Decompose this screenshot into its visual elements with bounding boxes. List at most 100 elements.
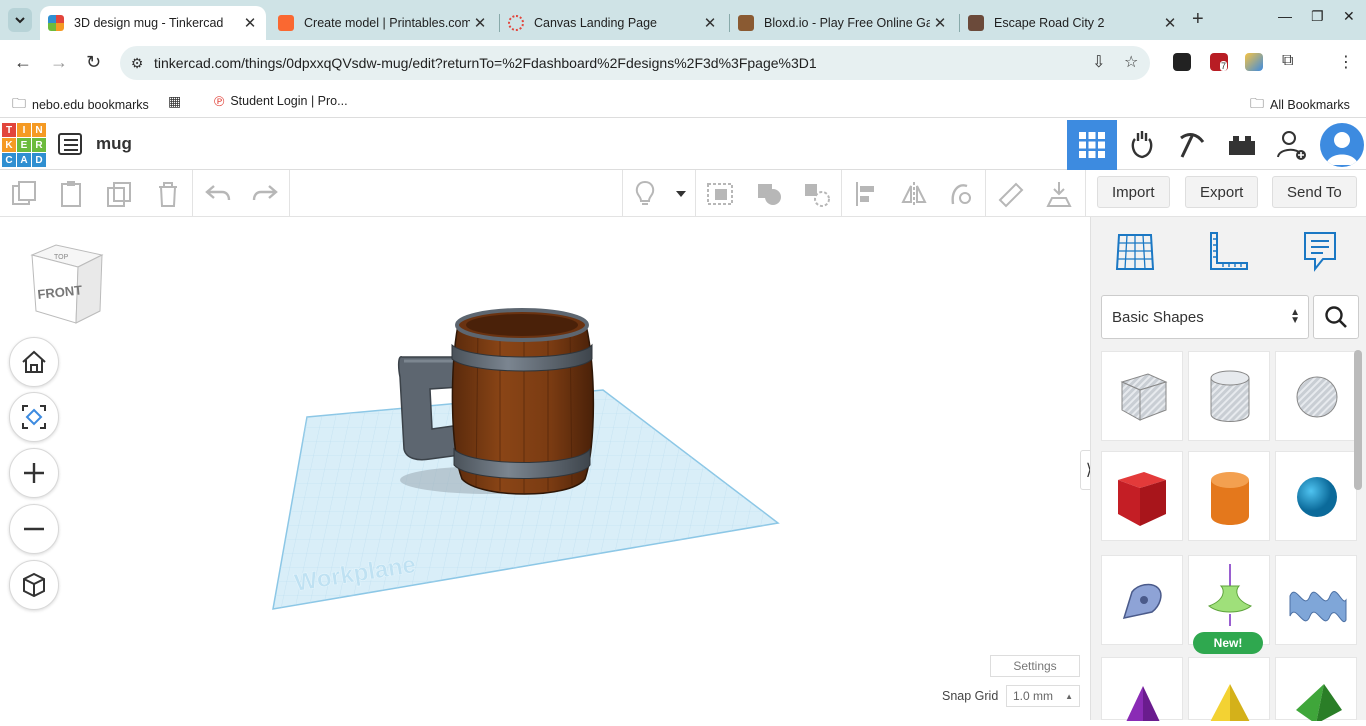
solid-hole-icon[interactable] <box>755 180 783 208</box>
blocks-button[interactable] <box>1117 120 1167 170</box>
back-arrow-icon[interactable]: ← <box>14 52 32 73</box>
tab-bloxd[interactable]: Bloxd.io - Play Free Online Games ✕ <box>730 6 956 40</box>
site-info-icon[interactable]: ⚙ <box>120 55 154 72</box>
shape-box[interactable] <box>1101 451 1183 541</box>
workplane-icon[interactable] <box>706 180 734 208</box>
align-icon[interactable] <box>853 180 881 208</box>
drop-icon[interactable] <box>1045 180 1073 208</box>
ruler-tool-icon[interactable] <box>1203 229 1249 275</box>
workplane-scene[interactable]: Workplane <box>0 217 1090 720</box>
paste-icon[interactable] <box>57 180 85 208</box>
lego-bricks-button[interactable] <box>1217 120 1267 170</box>
workplane-grid-icon[interactable] <box>1113 229 1159 275</box>
search-icon <box>1325 306 1347 328</box>
shape-roof[interactable] <box>1188 657 1270 726</box>
extension-icon[interactable] <box>1173 53 1191 71</box>
mirror-icon[interactable] <box>900 180 928 208</box>
minimize-icon[interactable]: — <box>1278 8 1292 24</box>
zoom-in-button[interactable] <box>9 448 59 498</box>
export-button[interactable]: Export <box>1185 176 1259 208</box>
fit-view-button[interactable] <box>9 392 59 442</box>
extension-feather-icon[interactable] <box>1245 53 1263 71</box>
redo-icon[interactable] <box>251 180 279 208</box>
all-bookmarks-button[interactable]: 🗀 All Bookmarks <box>1250 93 1350 117</box>
bookmarks-bar: 🗀 nebo.edu bookmarks ▦ ℗ Student Login |… <box>0 86 1366 118</box>
close-icon[interactable]: ✕ <box>1160 14 1180 32</box>
url-text[interactable]: tinkercad.com/things/0dpxxqQVsdw-mug/edi… <box>154 55 1150 71</box>
avatar[interactable] <box>1320 123 1364 167</box>
close-icon[interactable]: ✕ <box>470 14 490 32</box>
dropdown-caret-icon[interactable] <box>675 190 687 198</box>
import-button[interactable]: Import <box>1097 176 1170 208</box>
tinkercad-logo[interactable]: T I N K E R C A D <box>2 123 46 167</box>
close-icon[interactable]: ✕ <box>240 14 260 32</box>
design-title[interactable]: mug <box>96 134 132 154</box>
user-avatar-icon <box>1326 132 1358 165</box>
shape-search-button[interactable] <box>1313 295 1359 339</box>
lightbulb-icon[interactable] <box>631 180 659 208</box>
pyramid-icon <box>1126 686 1160 726</box>
snap-grid-value: 1.0 mm <box>1013 689 1054 703</box>
group-icon[interactable] <box>803 180 831 208</box>
3d-view-button[interactable] <box>1067 120 1117 170</box>
toolbar-divider <box>841 170 842 217</box>
shape-wedge[interactable] <box>1275 657 1357 724</box>
shape-library-select[interactable]: Basic Shapes ▲ ▼ <box>1101 295 1309 339</box>
apps-grid-button[interactable]: ▦ <box>168 93 187 110</box>
tab-search-button[interactable] <box>8 8 32 32</box>
duplicate-icon[interactable] <box>106 180 134 208</box>
cruise-icon[interactable] <box>947 180 975 208</box>
reload-icon[interactable]: ↻ <box>86 52 101 73</box>
roof-icon <box>1209 684 1251 726</box>
install-app-icon[interactable]: ⇩ <box>1092 52 1105 72</box>
tab-escape-road[interactable]: Escape Road City 2 ✕ <box>960 6 1186 40</box>
view-cube[interactable]: TOP FRONT <box>28 241 106 325</box>
shape-pyramid[interactable] <box>1101 657 1183 726</box>
copy-icon[interactable] <box>10 180 38 208</box>
forward-arrow-icon[interactable]: → <box>50 52 68 73</box>
address-bar[interactable]: ⚙ tinkercad.com/things/0dpxxqQVsdw-mug/e… <box>120 46 1150 80</box>
close-icon[interactable]: ✕ <box>930 14 950 32</box>
design-menu-icon[interactable] <box>58 133 82 155</box>
mug-body[interactable] <box>451 308 595 495</box>
shape-cylinder-hole[interactable] <box>1188 351 1270 441</box>
tab-tinkercad[interactable]: 3D design mug - Tinkercad ✕ <box>40 6 266 40</box>
panel-scrollbar[interactable] <box>1354 350 1362 490</box>
new-tab-button[interactable]: + <box>1192 8 1204 31</box>
puzzle-extensions-icon[interactable]: ⧉ <box>1282 52 1293 70</box>
delete-icon[interactable] <box>154 180 182 208</box>
caret-up-icon: ▲ <box>1065 691 1073 701</box>
tab-canvas[interactable]: Canvas Landing Page ✕ <box>500 6 726 40</box>
ruler-icon[interactable] <box>997 180 1025 208</box>
add-user-button[interactable] <box>1267 120 1317 170</box>
shape-cylinder[interactable] <box>1188 451 1270 541</box>
tinkercad-header: T I N K E R C A D mug <box>0 120 1366 170</box>
close-icon[interactable]: ✕ <box>700 14 720 32</box>
bricks-button[interactable] <box>1167 120 1217 170</box>
bookmark-star-icon[interactable]: ☆ <box>1124 52 1138 72</box>
undo-icon[interactable] <box>204 180 232 208</box>
sphere-icon <box>1297 477 1337 517</box>
home-view-button[interactable] <box>9 337 59 387</box>
plus-icon <box>24 463 44 483</box>
send-to-button[interactable]: Send To <box>1272 176 1357 208</box>
snap-grid-select[interactable]: 1.0 mm ▲ <box>1006 685 1080 707</box>
extension-shield-icon[interactable]: 7 <box>1210 53 1228 71</box>
tab-printables[interactable]: Create model | Printables.com ✕ <box>270 6 496 40</box>
settings-button[interactable]: Settings <box>990 655 1080 677</box>
bookmark-student-login[interactable]: ℗ Student Login | Pro... <box>214 93 348 109</box>
window-close-icon[interactable]: ✕ <box>1343 8 1355 25</box>
projection-button[interactable] <box>9 560 59 610</box>
zoom-out-button[interactable] <box>9 504 59 554</box>
shape-sphere[interactable] <box>1275 451 1357 541</box>
notes-icon[interactable] <box>1297 229 1343 275</box>
restore-icon[interactable]: ❐ <box>1311 8 1324 25</box>
bookmark-folder-nebo[interactable]: 🗀 nebo.edu bookmarks <box>12 93 149 117</box>
shape-sphere-hole[interactable] <box>1275 351 1357 441</box>
shape-wave[interactable] <box>1275 555 1357 645</box>
shape-box-hole[interactable] <box>1101 351 1183 441</box>
shape-scribble[interactable] <box>1101 555 1183 645</box>
cube-icon <box>23 572 45 598</box>
kebab-menu-icon[interactable]: ⋮ <box>1338 52 1354 72</box>
3d-viewport[interactable]: Workplane TOP FRONT Settings Snap Grid 1… <box>0 217 1090 720</box>
